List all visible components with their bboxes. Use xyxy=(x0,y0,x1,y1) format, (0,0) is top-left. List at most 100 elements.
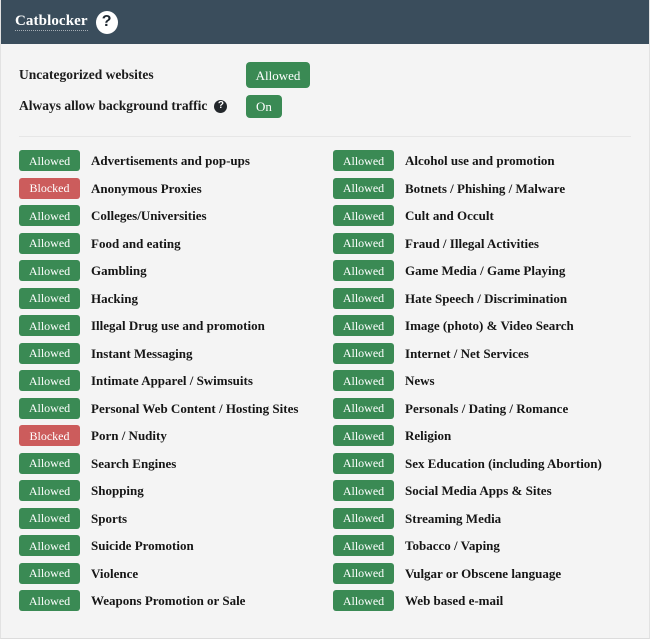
category-label: Vulgar or Obscene language xyxy=(405,565,562,581)
category-state-toggle[interactable]: Allowed xyxy=(333,315,395,336)
category-label: Web based e-mail xyxy=(405,593,504,608)
uncategorized-websites-toggle[interactable]: Allowed xyxy=(246,62,310,88)
category-state-toggle[interactable]: Allowed xyxy=(19,562,80,584)
help-circle-icon[interactable]: ? xyxy=(214,99,228,113)
category-label: Religion xyxy=(405,428,452,443)
category-label: Search Engines xyxy=(91,455,177,471)
category-label: Personals / Dating / Romance xyxy=(405,400,569,416)
category-column-left: Allowed Advertisements and pop-ups Blocked… xyxy=(1,150,325,618)
category-state-toggle[interactable]: Allowed xyxy=(19,480,80,501)
category-label: Suicide Promotion xyxy=(91,538,194,553)
category-label: Fraud / Illegal Activities xyxy=(405,235,539,251)
category-state-toggle[interactable]: Allowed xyxy=(333,590,395,611)
category-state-toggle[interactable]: Allowed xyxy=(333,287,395,309)
category-label: Botnets / Phishing / Malware xyxy=(405,180,566,196)
category-row: Allowed Streaming Media xyxy=(333,507,649,529)
category-state-toggle[interactable]: Allowed xyxy=(333,397,395,419)
category-state-toggle[interactable]: Allowed xyxy=(333,452,395,474)
category-row: Allowed Fraud / Illegal Activities xyxy=(333,232,649,254)
help-circle-icon[interactable]: ? xyxy=(95,10,118,34)
category-state-toggle[interactable]: Allowed xyxy=(19,205,80,226)
category-label: Violence xyxy=(91,565,139,581)
category-row: Allowed Search Engines xyxy=(19,452,325,474)
category-row: Allowed Personal Web Content / Hosting Si… xyxy=(19,397,325,419)
category-label: Instant Messaging xyxy=(91,345,193,361)
category-row: Allowed Food and eating xyxy=(19,232,325,254)
category-label: Streaming Media xyxy=(405,510,502,526)
category-row: Allowed Tobacco / Vaping xyxy=(333,535,649,556)
category-state-toggle[interactable]: Allowed xyxy=(333,232,395,254)
category-row: Allowed Cult and Occult xyxy=(333,205,649,226)
category-row: Allowed Religion xyxy=(333,425,649,446)
category-row: Allowed Suicide Promotion xyxy=(19,535,325,556)
category-state-toggle[interactable]: Blocked xyxy=(19,177,80,199)
category-label: News xyxy=(405,373,435,388)
category-label: Sex Education (including Abortion) xyxy=(405,455,602,471)
app-header: Catblocker ? xyxy=(1,0,649,44)
category-column-right: Allowed Alcohol use and promotion Allowed B… xyxy=(325,150,649,618)
category-row: Allowed Gambling xyxy=(19,260,325,281)
category-state-toggle[interactable]: Allowed xyxy=(19,452,80,474)
category-label: Hate Speech / Discrimination xyxy=(405,290,568,306)
category-label: Internet / Net Services xyxy=(405,345,529,361)
category-label: Sports xyxy=(91,510,128,526)
category-label: Alcohol use and promotion xyxy=(405,153,555,168)
category-row: Allowed Internet / Net Services xyxy=(333,342,649,364)
category-state-toggle[interactable]: Allowed xyxy=(333,205,395,226)
category-state-toggle[interactable]: Allowed xyxy=(19,397,80,419)
category-state-toggle[interactable]: Allowed xyxy=(333,150,395,171)
category-state-toggle[interactable]: Allowed xyxy=(19,260,80,281)
category-state-toggle[interactable]: Allowed xyxy=(19,507,80,529)
category-state-toggle[interactable]: Allowed xyxy=(19,150,80,171)
category-row: Allowed Violence xyxy=(19,562,325,584)
category-state-toggle[interactable]: Allowed xyxy=(333,480,395,501)
category-label: Image (photo) & Video Search xyxy=(405,318,574,333)
category-row: Allowed Image (photo) & Video Search xyxy=(333,315,649,336)
category-row: Allowed Weapons Promotion or Sale xyxy=(19,590,325,611)
category-label: Advertisements and pop-ups xyxy=(91,153,250,168)
category-state-toggle[interactable]: Allowed xyxy=(333,342,395,364)
category-state-toggle[interactable]: Allowed xyxy=(19,590,80,611)
category-state-toggle[interactable]: Allowed xyxy=(333,260,395,281)
category-row: Allowed Shopping xyxy=(19,480,325,501)
category-row: Allowed Game Media / Game Playing xyxy=(333,260,649,281)
category-label: Intimate Apparel / Swimsuits xyxy=(91,373,253,388)
category-label: Cult and Occult xyxy=(405,208,494,223)
category-label: Personal Web Content / Hosting Sites xyxy=(91,400,299,416)
category-row: Allowed Alcohol use and promotion xyxy=(333,150,649,171)
background-traffic-toggle[interactable]: On xyxy=(246,94,282,118)
category-state-toggle[interactable]: Allowed xyxy=(333,562,395,584)
setting-label-uncategorized-websites: Uncategorized websites xyxy=(19,67,154,82)
category-state-toggle[interactable]: Allowed xyxy=(19,342,80,364)
category-label: Gambling xyxy=(91,263,147,278)
category-state-toggle[interactable]: Allowed xyxy=(333,177,395,199)
category-state-toggle[interactable]: Allowed xyxy=(333,535,395,556)
setting-row-background-traffic: Always allow background traffic ? On xyxy=(19,93,649,119)
category-label: Weapons Promotion or Sale xyxy=(91,593,246,608)
category-state-toggle[interactable]: Allowed xyxy=(333,507,395,529)
category-row: Allowed Hate Speech / Discrimination xyxy=(333,287,649,309)
category-row: Allowed Advertisements and pop-ups xyxy=(19,150,325,171)
setting-row-uncategorized-websites: Uncategorized websites Allowed xyxy=(19,62,649,88)
category-row: Allowed Illegal Drug use and promotion xyxy=(19,315,325,336)
category-label: Shopping xyxy=(91,483,144,498)
category-row: Allowed Sports xyxy=(19,507,325,529)
category-state-toggle[interactable]: Blocked xyxy=(19,425,80,446)
category-label: Food and eating xyxy=(91,235,181,251)
category-state-toggle[interactable]: Allowed xyxy=(19,315,80,336)
category-row: Allowed Sex Education (including Abortion… xyxy=(333,452,649,474)
category-state-toggle[interactable]: Allowed xyxy=(333,370,395,391)
category-state-toggle[interactable]: Allowed xyxy=(333,425,395,446)
category-state-toggle[interactable]: Allowed xyxy=(19,232,80,254)
category-row: Allowed Colleges/Universities xyxy=(19,205,325,226)
category-state-toggle[interactable]: Allowed xyxy=(19,535,80,556)
category-row: Allowed Instant Messaging xyxy=(19,342,325,364)
category-row: Allowed Intimate Apparel / Swimsuits xyxy=(19,370,325,391)
category-label: Anonymous Proxies xyxy=(91,180,202,196)
category-row: Blocked Anonymous Proxies xyxy=(19,177,325,199)
category-label: Illegal Drug use and promotion xyxy=(91,318,265,333)
category-state-toggle[interactable]: Allowed xyxy=(19,370,80,391)
category-state-toggle[interactable]: Allowed xyxy=(19,287,80,309)
catblocker-page: Catblocker ? Uncategorized websites Allo… xyxy=(0,0,650,639)
category-row: Allowed News xyxy=(333,370,649,391)
